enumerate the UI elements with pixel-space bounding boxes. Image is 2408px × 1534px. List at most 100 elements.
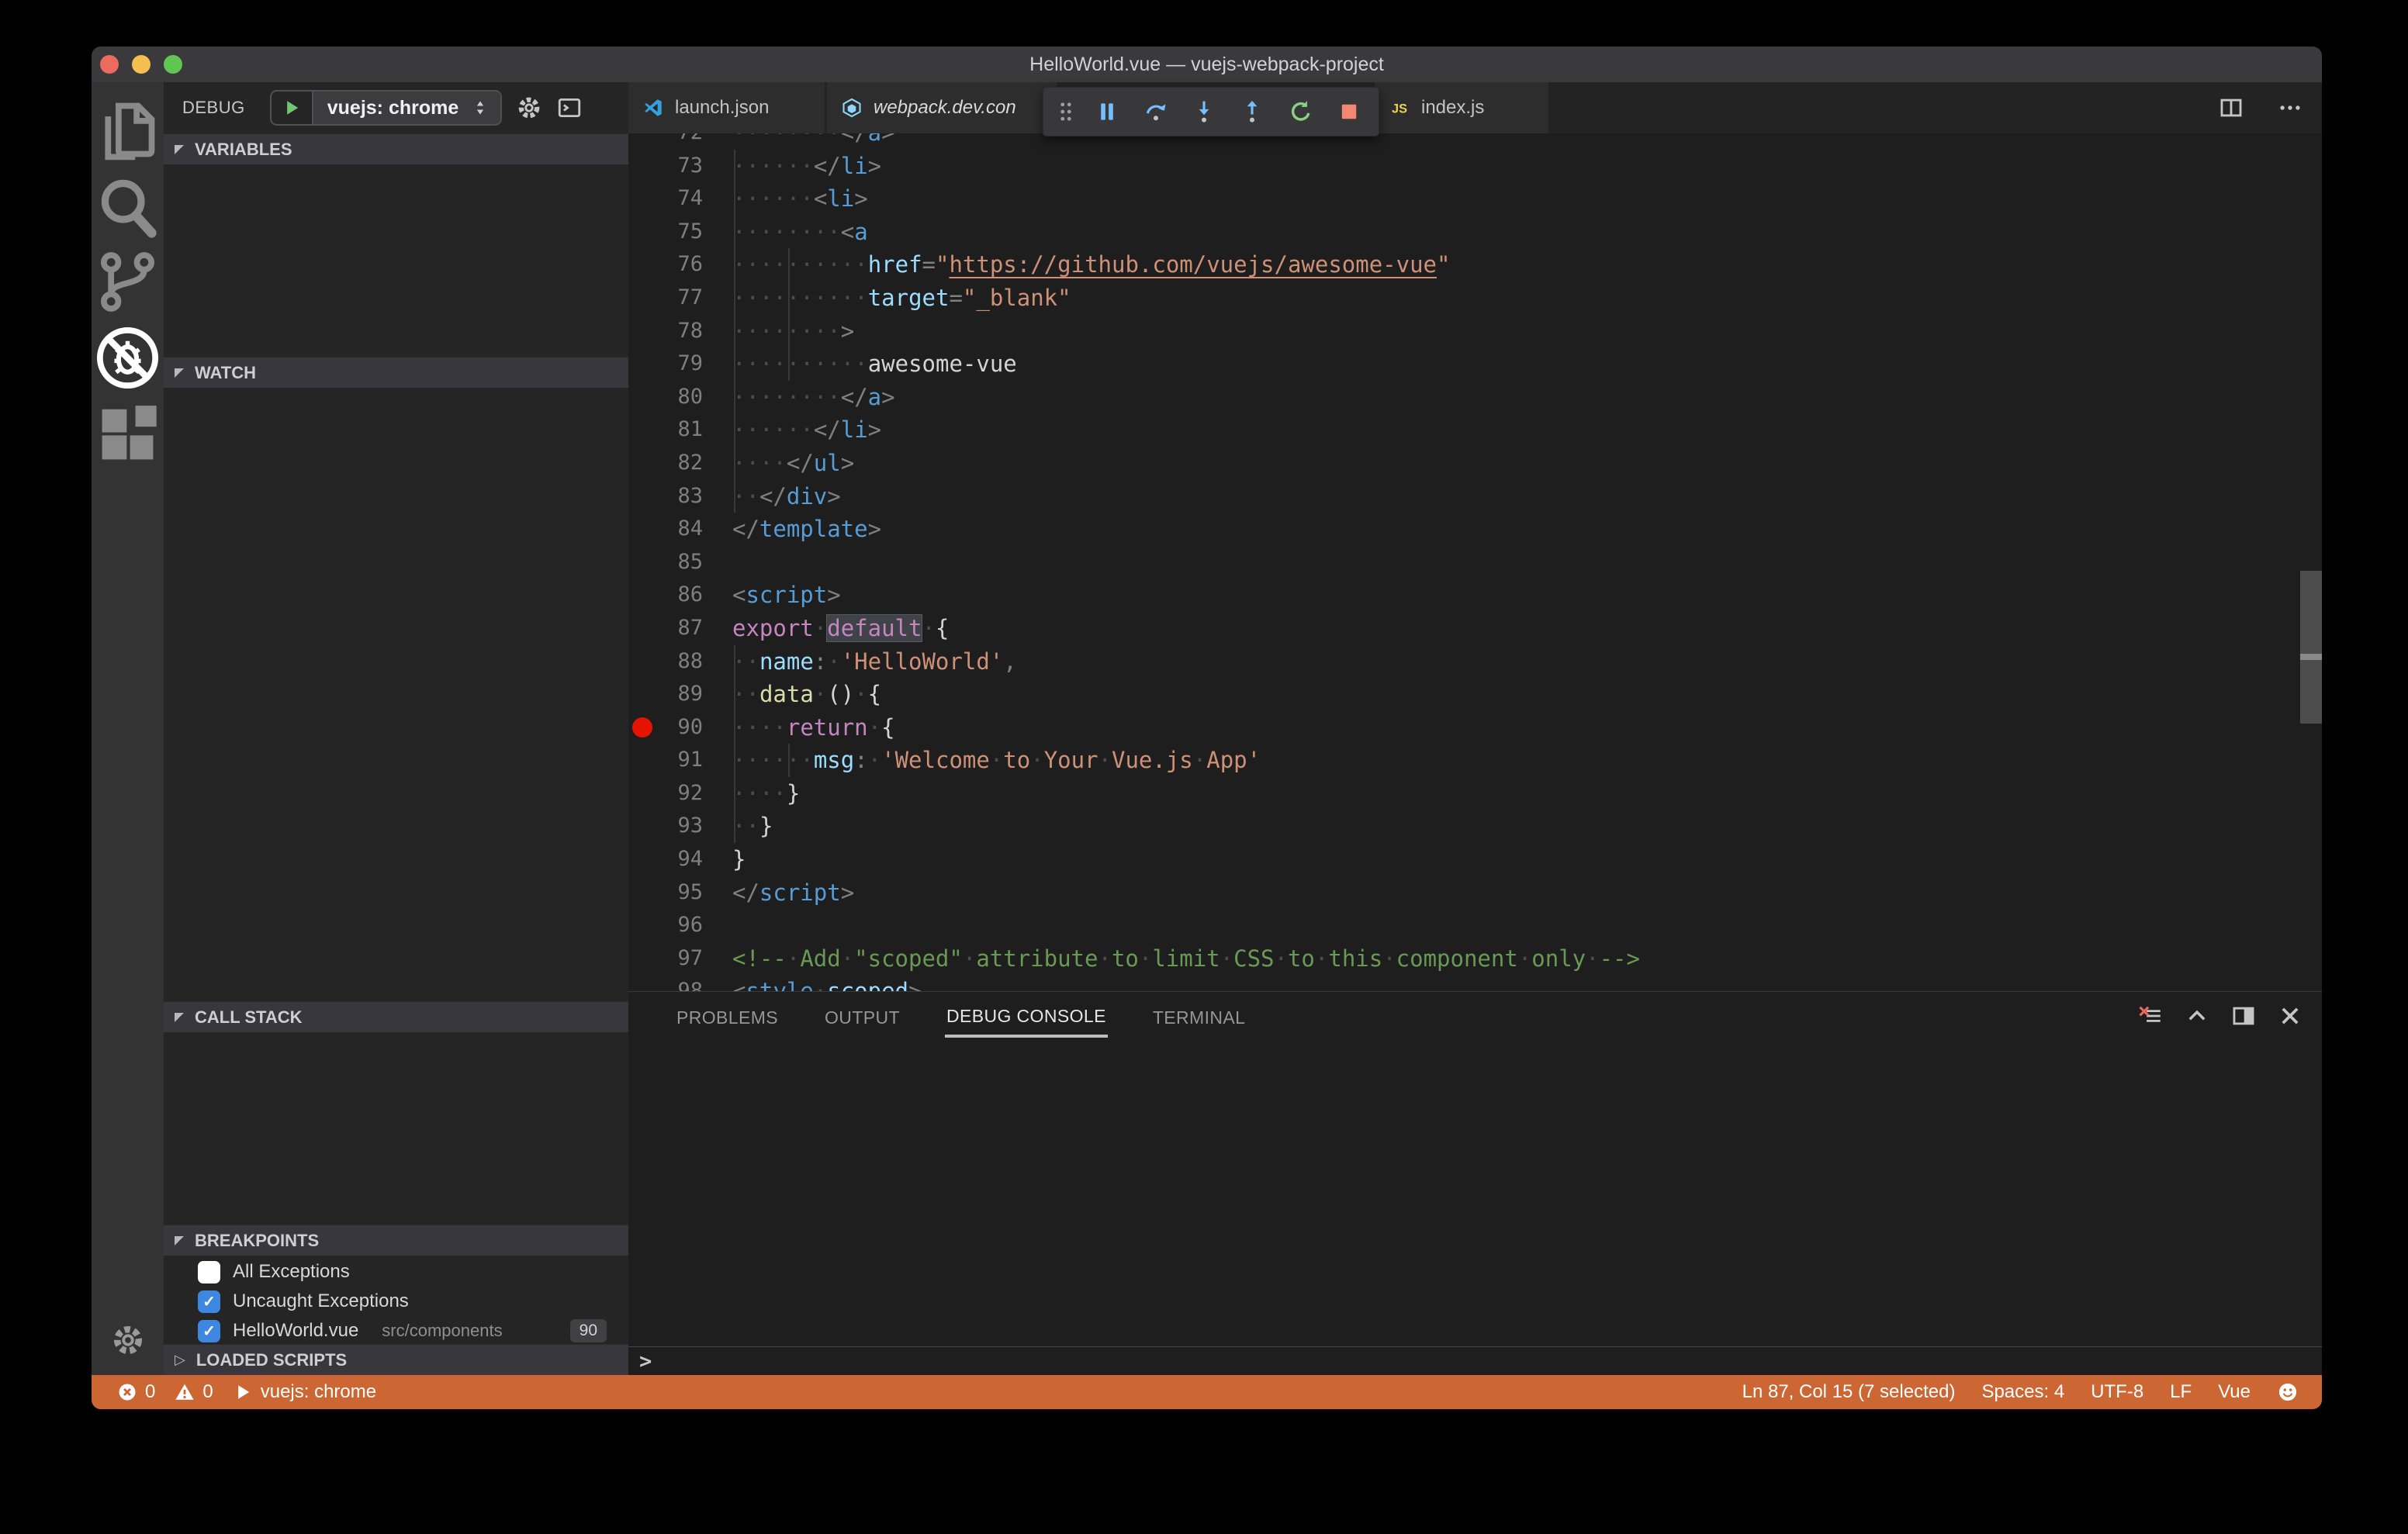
breakpoint-gutter[interactable] bbox=[628, 876, 656, 910]
breakpoint-gutter[interactable] bbox=[628, 248, 656, 282]
code-line-94[interactable]: 94} bbox=[628, 843, 2322, 876]
code-line-87[interactable]: 87 export·default·{ bbox=[628, 612, 2322, 645]
breakpoint-gutter[interactable] bbox=[628, 909, 656, 942]
code-line-93[interactable]: 93 ··} bbox=[628, 810, 2322, 843]
panel-tab-debug-console[interactable]: DEBUG CONSOLE bbox=[944, 995, 1108, 1038]
breakpoint-gutter[interactable] bbox=[628, 381, 656, 414]
split-editor-button[interactable] bbox=[2218, 95, 2244, 121]
status-item-0[interactable]: 0 bbox=[116, 1381, 155, 1403]
breakpoint-gutter[interactable] bbox=[628, 546, 656, 579]
tab-webpack.dev.con[interactable]: webpack.dev.con bbox=[827, 82, 1057, 133]
breakpoint-gutter[interactable] bbox=[628, 133, 656, 150]
activity-item-extensions[interactable] bbox=[92, 396, 164, 472]
start-debugging-button[interactable] bbox=[272, 92, 313, 124]
breakpoint-gutter[interactable] bbox=[628, 216, 656, 249]
code-line-82[interactable]: 82 ····</ul> bbox=[628, 447, 2322, 480]
breakpoint-gutter[interactable] bbox=[628, 612, 656, 645]
configure-launch-button[interactable] bbox=[516, 95, 542, 121]
variables-section-header[interactable]: VARIABLES bbox=[164, 133, 628, 164]
breakpoint-row[interactable]: ✓ Uncaught Exceptions bbox=[164, 1287, 628, 1316]
more-actions-button[interactable] bbox=[2277, 95, 2303, 121]
breakpoint-gutter[interactable] bbox=[628, 413, 656, 447]
step-out-button[interactable] bbox=[1232, 92, 1272, 132]
activity-item-search[interactable] bbox=[92, 168, 164, 244]
code-line-98[interactable]: 98<style·scoped> bbox=[628, 975, 2322, 991]
step-into-button[interactable] bbox=[1184, 92, 1224, 132]
breakpoint-gutter[interactable] bbox=[628, 447, 656, 480]
breakpoint-row[interactable]: All Exceptions bbox=[164, 1257, 628, 1287]
clear-console-button[interactable] bbox=[2137, 1003, 2164, 1029]
panel-tab-terminal[interactable]: TERMINAL bbox=[1151, 997, 1247, 1036]
panel-split-button[interactable] bbox=[2230, 1003, 2257, 1029]
status-item-spaces-4[interactable]: Spaces: 4 bbox=[1981, 1381, 2064, 1403]
breakpoint-gutter[interactable] bbox=[628, 282, 656, 315]
breakpoint-gutter[interactable] bbox=[628, 843, 656, 876]
breakpoint-gutter[interactable] bbox=[628, 777, 656, 810]
status-item-lf[interactable]: LF bbox=[2170, 1381, 2192, 1403]
restart-button[interactable] bbox=[1281, 92, 1321, 132]
breakpoint-gutter[interactable] bbox=[628, 711, 656, 745]
code-line-81[interactable]: 81 ······</li> bbox=[628, 413, 2322, 447]
status-item-utf-8[interactable]: UTF-8 bbox=[2091, 1381, 2143, 1403]
code-line-95[interactable]: 95 </script> bbox=[628, 876, 2322, 910]
code-line-91[interactable]: 91 ······msg:·'Welcome·to·Your·Vue.js·App… bbox=[628, 744, 2322, 777]
status-item-vuejs-chrome[interactable]: vuejs: chrome bbox=[232, 1381, 376, 1403]
breakpoint-gutter[interactable] bbox=[628, 744, 656, 777]
breakpoint-gutter[interactable] bbox=[628, 513, 656, 546]
checkbox-checked[interactable]: ✓ bbox=[198, 1319, 220, 1342]
checkbox-checked[interactable]: ✓ bbox=[198, 1290, 220, 1313]
status-item-ln-87-col-15-7-selected[interactable]: Ln 87, Col 15 (7 selected) bbox=[1742, 1381, 1956, 1403]
code-line-73[interactable]: 73 ······</li> bbox=[628, 150, 2322, 183]
call-stack-section-header[interactable]: CALL STACK bbox=[164, 1001, 628, 1032]
watch-section-header[interactable]: WATCH bbox=[164, 357, 628, 388]
code-line-76[interactable]: 76 ··········href="https://github.com/vue… bbox=[628, 248, 2322, 282]
code-line-79[interactable]: 79 ··········awesome-vue bbox=[628, 347, 2322, 381]
breakpoint-gutter[interactable] bbox=[628, 347, 656, 381]
code-editor[interactable]: 72········</a>73······</li>74······<li>7… bbox=[628, 133, 2322, 991]
toolbar-drag-handle[interactable] bbox=[1053, 92, 1079, 132]
panel-tab-problems[interactable]: PROBLEMS bbox=[675, 997, 780, 1036]
code-line-89[interactable]: 89 ··data·()·{ bbox=[628, 678, 2322, 711]
code-line-77[interactable]: 77 ··········target="_blank" bbox=[628, 282, 2322, 315]
status-item-vue[interactable]: Vue bbox=[2218, 1381, 2251, 1403]
code-line-96[interactable]: 96 bbox=[628, 909, 2322, 942]
breakpoint-gutter[interactable] bbox=[628, 678, 656, 711]
code-line-90[interactable]: 90 ····return·{ bbox=[628, 711, 2322, 745]
breakpoints-section-header[interactable]: BREAKPOINTS bbox=[164, 1225, 628, 1256]
code-line-86[interactable]: 86 <script> bbox=[628, 579, 2322, 612]
code-line-80[interactable]: 80 ········</a> bbox=[628, 381, 2322, 414]
code-line-88[interactable]: 88 ··name:·'HelloWorld', bbox=[628, 645, 2322, 679]
status-item[interactable] bbox=[2277, 1381, 2299, 1403]
loaded-scripts-section-header[interactable]: ▷ LOADED SCRIPTS bbox=[164, 1344, 628, 1375]
breakpoint-gutter[interactable] bbox=[628, 480, 656, 513]
code-line-85[interactable]: 85 bbox=[628, 546, 2322, 579]
activity-item-explorer[interactable] bbox=[92, 92, 164, 168]
breakpoint-gutter[interactable] bbox=[628, 315, 656, 348]
panel-close-button[interactable] bbox=[2277, 1003, 2303, 1029]
breakpoint-gutter[interactable] bbox=[628, 645, 656, 679]
code-line-72[interactable]: 72········</a> bbox=[628, 133, 2322, 150]
breakpoint-gutter[interactable] bbox=[628, 810, 656, 843]
code-line-92[interactable]: 92 ····} bbox=[628, 777, 2322, 810]
code-line-78[interactable]: 78 ········> bbox=[628, 315, 2322, 348]
code-line-75[interactable]: 75 ········<a bbox=[628, 216, 2322, 249]
activity-item-settings[interactable] bbox=[110, 1322, 146, 1358]
editor-scrollbar-thumb[interactable] bbox=[2300, 571, 2322, 724]
breakpoint-gutter[interactable] bbox=[628, 182, 656, 216]
code-line-84[interactable]: 84 </template> bbox=[628, 513, 2322, 546]
code-line-74[interactable]: 74 ······<li> bbox=[628, 182, 2322, 216]
debug-console-input[interactable]: > bbox=[628, 1346, 2322, 1375]
step-over-button[interactable] bbox=[1136, 92, 1176, 132]
open-debug-console-button[interactable] bbox=[556, 95, 583, 121]
tab-launch.json[interactable]: launch.json bbox=[628, 82, 825, 133]
breakpoint-gutter[interactable] bbox=[628, 579, 656, 612]
debug-config-dropdown[interactable]: vuejs: chrome bbox=[313, 92, 501, 124]
status-item-0[interactable]: 0 bbox=[174, 1381, 213, 1403]
stop-button[interactable] bbox=[1329, 92, 1369, 132]
breakpoint-dot[interactable] bbox=[632, 717, 652, 738]
breakpoint-gutter[interactable] bbox=[628, 150, 656, 183]
activity-item-source-control[interactable] bbox=[92, 244, 164, 320]
code-line-97[interactable]: 97 <!--·Add·"scoped"·attribute·to·limit·C… bbox=[628, 942, 2322, 976]
tab-index.js[interactable]: JS index.js bbox=[1375, 82, 1548, 133]
breakpoint-row[interactable]: ✓ HelloWorld.vue src/components 90 bbox=[164, 1316, 628, 1346]
